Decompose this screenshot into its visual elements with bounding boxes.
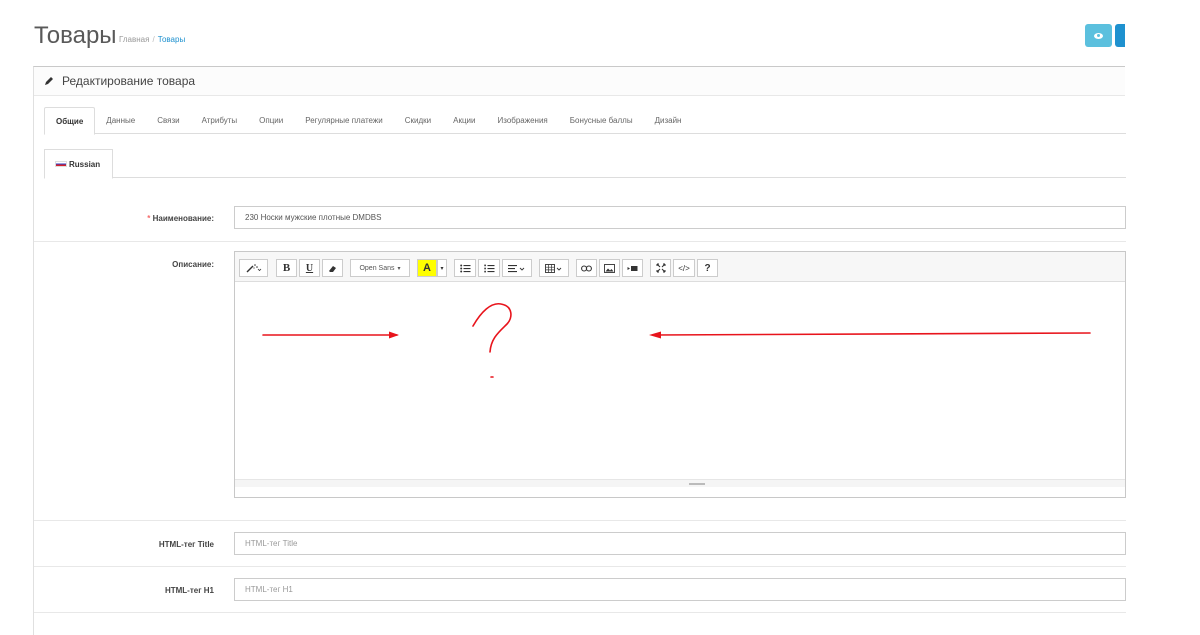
fullscreen-icon[interactable]	[650, 259, 671, 277]
editor-content-area[interactable]	[235, 282, 1125, 487]
help-button[interactable]: ?	[697, 259, 718, 277]
code-view-button[interactable]: </>	[673, 259, 695, 277]
description-label: Описание:	[172, 260, 214, 269]
tab-discounts[interactable]: Скидки	[394, 107, 442, 134]
product-tabs: Общие Данные Связи Атрибуты Опции Регуля…	[44, 107, 1126, 135]
pencil-icon	[44, 76, 54, 86]
underline-button[interactable]: U	[299, 259, 320, 277]
product-edit-panel: Редактирование товара Общие Данные Связи…	[33, 66, 1126, 635]
tab-reward-points[interactable]: Бонусные баллы	[559, 107, 644, 134]
annotation-left-arrowhead	[649, 331, 661, 339]
language-label: Russian	[69, 159, 101, 169]
font-family-value: Open Sans	[359, 264, 395, 272]
color-dropdown-caret-icon[interactable]: ▾	[437, 259, 447, 277]
h1-input[interactable]	[234, 578, 1126, 601]
tab-links[interactable]: Связи	[146, 107, 190, 134]
red-annotation-drawing	[262, 302, 1091, 378]
editor-toolbar: B U Open Sans ▾ A ▾ </> ?	[235, 252, 1125, 282]
language-tabs: Russian	[44, 149, 1126, 179]
meta-title-label: HTML-тег Title	[158, 540, 214, 549]
ordered-list-icon[interactable]	[478, 259, 500, 277]
row-divider	[34, 566, 1126, 567]
breadcrumb-home[interactable]: Главная	[119, 35, 149, 44]
magic-wand-icon[interactable]	[239, 259, 268, 277]
bold-button[interactable]: B	[276, 259, 297, 277]
save-button[interactable]	[1115, 24, 1125, 47]
unordered-list-icon[interactable]	[454, 259, 476, 277]
row-divider	[34, 241, 1126, 242]
panel-heading-title: Редактирование товара	[62, 74, 196, 88]
russian-flag-icon	[55, 161, 67, 167]
tab-language-russian[interactable]: Russian	[44, 149, 113, 179]
product-name-label: * Наименование:	[34, 214, 214, 223]
tab-specials[interactable]: Акции	[442, 107, 486, 134]
annotation-left-arrow	[654, 332, 1091, 336]
eraser-icon[interactable]	[322, 259, 343, 277]
paragraph-align-icon[interactable]	[502, 259, 532, 277]
meta-title-input[interactable]	[234, 532, 1126, 555]
image-icon[interactable]	[599, 259, 620, 277]
description-editor: B U Open Sans ▾ A ▾ </> ?	[234, 251, 1126, 498]
tab-general[interactable]: Общие	[44, 107, 96, 135]
tab-design[interactable]: Дизайн	[644, 107, 693, 134]
resize-handle-icon[interactable]	[689, 483, 705, 485]
breadcrumb-products[interactable]: Товары	[158, 35, 186, 44]
link-icon[interactable]	[576, 259, 597, 277]
video-icon[interactable]	[622, 259, 643, 277]
breadcrumb: Главная / Товары	[119, 35, 185, 44]
row-divider	[34, 612, 1126, 613]
required-marker: *	[147, 214, 151, 223]
annotation-right-arrowhead	[389, 331, 399, 339]
tab-data[interactable]: Данные	[95, 107, 146, 134]
tab-options[interactable]: Опции	[248, 107, 294, 134]
tab-images[interactable]: Изображения	[486, 107, 558, 134]
chevron-down-icon: ▾	[397, 265, 401, 272]
tab-recurring[interactable]: Регулярные платежи	[294, 107, 394, 134]
text-color-button[interactable]: A	[417, 259, 437, 277]
page-title: Товары	[34, 22, 117, 49]
view-product-button[interactable]	[1085, 24, 1112, 47]
eye-icon	[1094, 32, 1103, 39]
panel-heading: Редактирование товара	[34, 67, 1125, 96]
annotation-question-mark	[472, 302, 512, 353]
product-name-label-text: Наименование:	[152, 214, 214, 223]
table-icon[interactable]	[539, 259, 569, 277]
breadcrumb-separator: /	[152, 35, 155, 44]
h1-label: HTML-тег H1	[164, 586, 214, 595]
row-divider	[34, 520, 1126, 521]
tab-attributes[interactable]: Атрибуты	[191, 107, 249, 134]
product-name-input[interactable]	[234, 206, 1126, 229]
font-family-dropdown[interactable]: Open Sans ▾	[350, 259, 410, 277]
editor-resize-bar[interactable]	[235, 479, 1125, 487]
